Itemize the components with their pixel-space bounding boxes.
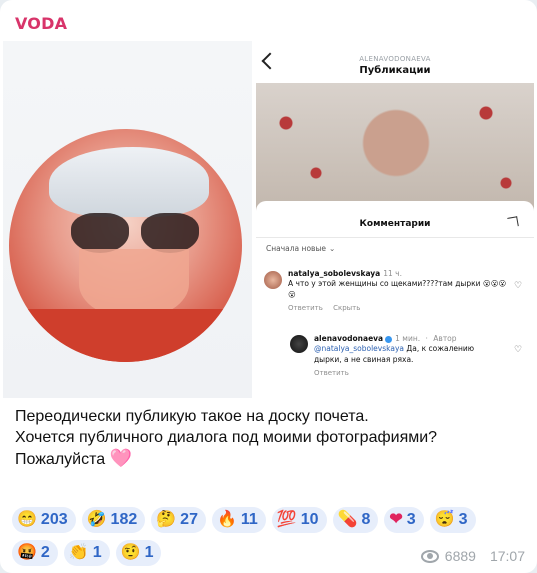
sunglasses-left-lens — [71, 213, 129, 253]
hide-link: Скрыть — [333, 304, 361, 312]
comment-item: natalya_sobolevskaya 11 ч. А что у этой ж… — [288, 269, 508, 312]
reaction-count: 2 — [40, 544, 50, 561]
verified-badge-icon — [385, 335, 393, 343]
reaction-count: 10 — [300, 511, 319, 528]
message-line: Пожалуйста — [15, 451, 106, 468]
author-avatar — [290, 335, 308, 353]
divider — [256, 237, 534, 238]
channel-name[interactable]: VODA — [15, 14, 67, 33]
message-line: Хочется публичного диалога под моими фот… — [15, 429, 438, 446]
message-line: Переодически публикую такое на доску поч… — [15, 408, 369, 425]
comments-screenshot[interactable]: ALENAVODONAEVA Публикации Комментарии Сн… — [256, 41, 534, 398]
reaction-sleeping[interactable]: 😴 3 — [429, 507, 476, 533]
hundred-emoji-icon: 💯 — [276, 511, 297, 528]
profile-photo[interactable] — [3, 41, 252, 398]
reaction-count: 1 — [92, 544, 102, 561]
grin-emoji-icon: 😁 — [17, 511, 37, 528]
comments-sheet: Комментарии Сначала новые ⌄ natalya_sobol… — [256, 201, 534, 398]
comment-time: 1 мин. — [395, 334, 421, 343]
commenter-avatar — [264, 271, 282, 289]
reaction-rofl[interactable]: 🤣 182 — [81, 507, 146, 533]
reply-link: Ответить — [288, 304, 323, 312]
reaction-count: 3 — [406, 511, 416, 528]
fire-emoji-icon: 🔥 — [216, 511, 237, 528]
mention-link: @natalya_sobolevskaya — [314, 344, 404, 353]
body-shape — [9, 309, 242, 362]
profile-username: ALENAVODONAEVA — [359, 55, 431, 63]
clap-emoji-icon: 👏 — [68, 544, 89, 561]
sleeping-emoji-icon: 😴 — [434, 511, 455, 528]
message-card: VODA ALENAVODONAEVA Публикации Комментар… — [0, 0, 537, 573]
avatar-image — [9, 129, 242, 362]
reaction-grin[interactable]: 😁 203 — [12, 507, 76, 533]
message-time: 17:07 — [489, 548, 525, 564]
comments-title: Комментарии — [359, 219, 431, 229]
like-heart-icon: ♡ — [514, 281, 523, 291]
reaction-count: 27 — [180, 511, 198, 528]
reaction-pill[interactable]: 💊 8 — [332, 507, 379, 533]
reply-link: Ответить — [314, 369, 349, 377]
like-heart-icon: ♡ — [514, 345, 523, 355]
reaction-count: 8 — [361, 511, 371, 528]
reaction-clap[interactable]: 👏 1 — [63, 540, 110, 566]
reaction-count: 182 — [110, 511, 138, 528]
hat-shape — [49, 147, 209, 217]
message-text: Переодически публикую такое на доску поч… — [15, 406, 525, 470]
reaction-count: 203 — [40, 511, 68, 528]
eye-icon — [420, 549, 439, 563]
sort-selector: Сначала новые ⌄ — [266, 244, 335, 253]
raised-eyebrow-emoji-icon: 🤨 — [120, 544, 141, 561]
cursing-emoji-icon: 🤬 — [17, 544, 37, 561]
instagram-header: ALENAVODONAEVA Публикации — [256, 41, 534, 83]
sort-label: Сначала новые — [266, 244, 326, 253]
rofl-emoji-icon: 🤣 — [86, 511, 107, 528]
reaction-heart[interactable]: ❤ 3 — [384, 507, 424, 533]
pill-emoji-icon: 💊 — [337, 511, 358, 528]
reaction-fire[interactable]: 🔥 11 — [211, 507, 266, 533]
publications-title: Публикации — [359, 65, 431, 76]
reaction-thinking[interactable]: 🤔 27 — [151, 507, 206, 533]
thinking-emoji-icon: 🤔 — [156, 511, 177, 528]
share-icon — [507, 216, 519, 228]
pink-heart-icon: 🩷 — [109, 448, 133, 468]
comment-item: alenavodonaeva 1 мин. · Автор @natalya_so… — [314, 334, 475, 377]
reaction-hundred[interactable]: 💯 10 — [271, 507, 327, 533]
message-meta: 6889 17:07 — [420, 548, 525, 564]
comment-time: 11 ч. — [383, 269, 402, 278]
reaction-raised-eyebrow[interactable]: 🤨 1 — [115, 540, 162, 566]
author-tag: Автор — [433, 334, 457, 343]
reaction-cursing[interactable]: 🤬 2 — [12, 540, 58, 566]
chevron-down-icon: ⌄ — [329, 244, 336, 253]
heart-emoji-icon: ❤ — [389, 511, 403, 528]
reaction-count: 1 — [144, 544, 154, 561]
sunglasses-right-lens — [141, 213, 199, 253]
post-photo — [256, 83, 534, 213]
comment-text: А что у этой женщины со щеками????там ды… — [288, 279, 507, 299]
reaction-count: 3 — [458, 511, 468, 528]
comment-username: natalya_sobolevskaya — [288, 269, 381, 278]
view-count: 6889 — [444, 548, 476, 564]
comment-username: alenavodonaeva — [314, 334, 384, 343]
reaction-count: 11 — [240, 511, 258, 528]
